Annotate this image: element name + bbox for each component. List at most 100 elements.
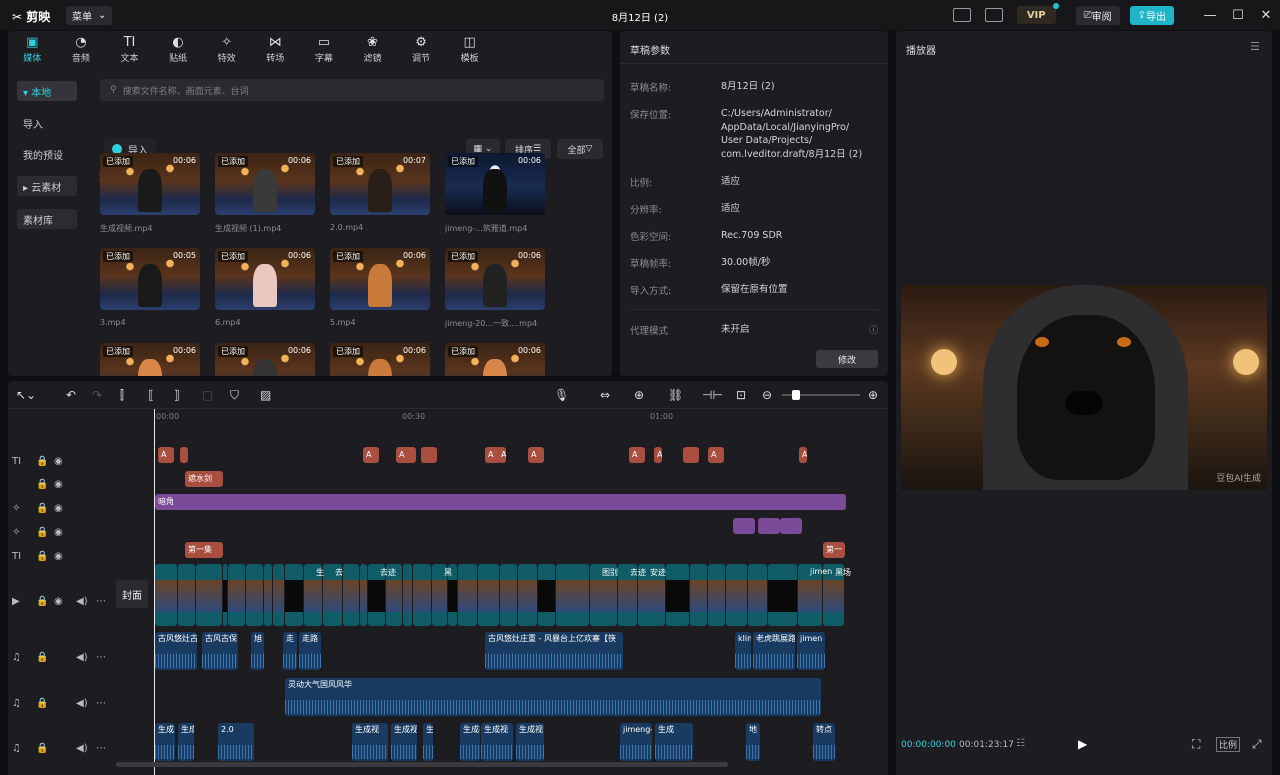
text-clip[interactable] [408, 447, 416, 463]
zoom-handle[interactable] [792, 390, 800, 400]
media-thumbnail[interactable]: 已添加 00:07 [330, 153, 430, 215]
layout-icon[interactable] [984, 8, 1003, 22]
media-thumbnail[interactable]: 已添加 00:06 [215, 248, 315, 310]
sidebar-item-local[interactable]: ▾ 本地 [17, 81, 77, 101]
zoom-slider[interactable] [782, 390, 860, 400]
video-clip[interactable] [748, 564, 767, 626]
eye-icon[interactable]: ◉ [54, 596, 63, 607]
media-thumbnail[interactable]: 已添加 00:06 [330, 248, 430, 310]
text-clip[interactable] [683, 447, 699, 463]
video-clip[interactable] [228, 564, 245, 626]
media-thumbnail[interactable]: 已添加 00:06 [215, 343, 315, 376]
subtitle-clip[interactable]: 遮水剑 [185, 471, 223, 487]
video-clip[interactable] [343, 564, 359, 626]
audio-clip[interactable]: 生成视 [352, 723, 388, 761]
tab-8[interactable]: ⚙ 调节 [397, 31, 446, 67]
audio-clip[interactable]: 旭 [251, 632, 264, 670]
audio-clip[interactable]: klin [735, 632, 751, 670]
audio-clip[interactable]: 生成 [655, 723, 693, 761]
tab-2[interactable]: TI 文本 [105, 31, 154, 67]
video-clip[interactable] [538, 564, 555, 626]
text-clip[interactable]: A [158, 447, 174, 463]
link-main-track-icon[interactable]: ⇔ [600, 388, 610, 402]
video-clip[interactable] [155, 564, 177, 626]
lock-icon[interactable]: 🔒 [36, 503, 48, 514]
video-clip[interactable] [273, 564, 284, 626]
menu-button[interactable]: 菜单 ⌄ [66, 6, 113, 25]
text-clip[interactable]: A [528, 447, 544, 463]
playhead[interactable] [154, 409, 155, 775]
lock-icon[interactable]: 🔒 [36, 527, 48, 538]
audio-clip[interactable]: 地 [746, 723, 760, 761]
maximize-icon[interactable]: ☐ [1224, 8, 1252, 23]
tab-4[interactable]: ✧ 特效 [202, 31, 251, 67]
effect-clip[interactable] [758, 518, 780, 534]
close-icon[interactable]: ✕ [1252, 8, 1280, 23]
filter-button[interactable]: 全部 ▽ [557, 139, 603, 159]
review-button[interactable]: ⎚ 审阅 [1075, 5, 1120, 25]
more-icon[interactable]: ⋯ [96, 652, 106, 663]
select-tool-icon[interactable]: ↖⌄ [16, 388, 36, 402]
play-icon[interactable]: ▶ [1078, 737, 1087, 751]
eye-icon[interactable]: ◉ [54, 503, 63, 514]
lock-icon[interactable]: 🔒 [36, 743, 48, 754]
media-thumbnail[interactable]: 已添加 00:05 [100, 248, 200, 310]
audio-clip[interactable]: 老虎跳展路 [753, 632, 795, 670]
audio-clip[interactable]: 古风悠灶庄重 - 风暴台上亿欢寨【筷 [485, 632, 623, 670]
video-clip[interactable] [458, 564, 477, 626]
shield-icon[interactable]: ⛉ [230, 388, 239, 403]
audio-clip[interactable]: 生成视 [481, 723, 513, 761]
video-clip[interactable] [403, 564, 412, 626]
tab-7[interactable]: ❀ 滤镜 [348, 31, 397, 67]
audio-clip[interactable]: 生成视 [460, 723, 480, 761]
more-icon[interactable]: ⋯ [96, 596, 106, 607]
media-thumbnail[interactable]: 已添加 00:06 [100, 153, 200, 215]
microphone-icon[interactable]: 🎙 [554, 388, 569, 402]
tab-0[interactable]: ▣ 媒体 [8, 31, 57, 67]
tab-3[interactable]: ◐ 贴纸 [154, 31, 203, 67]
export-button[interactable]: ⇪ 导出 [1129, 5, 1174, 25]
audio-clip[interactable]: 走路 [299, 632, 321, 670]
sidebar-item-presets[interactable]: 我的预设 [17, 144, 77, 164]
text-clip[interactable]: A [363, 447, 379, 463]
split-icon[interactable]: ⫿ [120, 388, 124, 403]
zoom-in-icon[interactable]: ⊕ [868, 388, 878, 402]
audio-clip[interactable]: 走 [283, 632, 297, 670]
video-clip[interactable] [666, 564, 689, 626]
time-ruler[interactable]: 00:00 00:30 01:00 [154, 409, 888, 425]
tab-5[interactable]: ⋈ 转场 [251, 31, 300, 67]
timecode-format-icon[interactable]: ☷ [1016, 738, 1025, 749]
zoom-out-icon[interactable]: ⊖ [762, 388, 772, 402]
lock-icon[interactable]: 🔒 [36, 652, 48, 663]
text-clip[interactable] [421, 447, 437, 463]
text-clip[interactable]: A [708, 447, 724, 463]
video-clip[interactable] [478, 564, 499, 626]
effect-clip[interactable] [733, 518, 755, 534]
video-clip[interactable] [196, 564, 222, 626]
fullscreen-icon[interactable]: ⤢ [1252, 737, 1262, 752]
ratio-button[interactable]: 比例 [1216, 737, 1241, 752]
media-thumbnail[interactable]: 已添加 00:06 [330, 343, 430, 376]
more-icon[interactable]: ⋯ [96, 743, 106, 754]
audio-clip[interactable]: 2.0 [218, 723, 254, 761]
trim-left-icon[interactable]: ⟦ [148, 388, 154, 402]
link-icon[interactable]: ⛓ [668, 388, 683, 402]
center-align-icon[interactable]: ⊣⊢ [702, 388, 723, 402]
minimize-icon[interactable]: — [1196, 8, 1224, 23]
text-clip[interactable]: A [654, 447, 662, 463]
speaker-icon[interactable]: ◀) [76, 596, 88, 607]
text-clip[interactable]: A [629, 447, 645, 463]
media-thumbnail[interactable]: 已添加 00:06 [215, 153, 315, 215]
image-icon[interactable]: ▨ [260, 388, 271, 402]
title-clip[interactable]: 第一 [823, 542, 845, 558]
sidebar-item-cloud[interactable]: ▸ 云素材 [17, 176, 77, 196]
video-clip[interactable] [264, 564, 272, 626]
title-clip[interactable]: 第一集 [185, 542, 223, 558]
video-clip[interactable] [500, 564, 517, 626]
more-icon[interactable]: ⋯ [96, 698, 106, 709]
shortcut-icon[interactable] [952, 8, 971, 22]
sidebar-item-import[interactable]: 导入 [17, 113, 77, 133]
audio-clip[interactable]: 古风悠灶古 [155, 632, 197, 670]
preview-axis-icon[interactable]: ⊡ [736, 388, 746, 402]
audio-clip[interactable]: 生成视 [516, 723, 544, 761]
